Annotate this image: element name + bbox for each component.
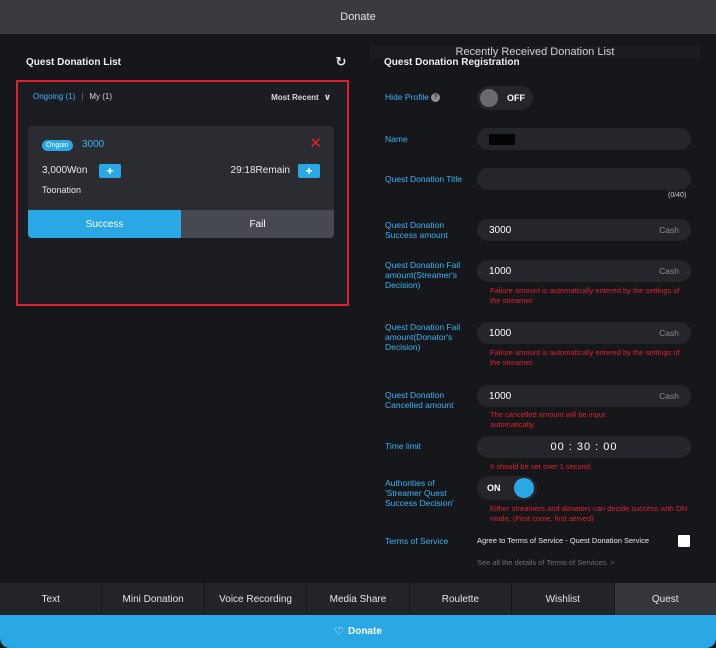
sort-label: Most Recent [271, 93, 319, 102]
tab-text[interactable]: Text [0, 583, 103, 615]
quest-list-header: Quest Donation List ↻ [16, 46, 358, 78]
tab-quest[interactable]: Quest [614, 583, 716, 615]
chevron-down-icon: ∨ [323, 92, 331, 102]
unit-label: Cash [659, 225, 679, 235]
cancelled-amount-field[interactable]: 1000 Cash [477, 385, 691, 407]
top-tabs: Donate Recently Received Donation List [0, 0, 716, 58]
authority-label: Authorities of 'Streamer Quest Success D… [385, 478, 454, 508]
bottom-tabs: Text Mini Donation Voice Recording Media… [0, 583, 716, 615]
unit-label: Cash [659, 266, 679, 276]
title-counter: (0/40) [668, 192, 687, 199]
time-limit-value: 00 : 30 : 00 [550, 441, 618, 453]
redacted-name [489, 134, 515, 145]
fail-streamer-field[interactable]: 1000 Cash [477, 260, 691, 282]
fail-streamer-note: Failure amount is automatically entered … [490, 286, 680, 305]
toggle-knob [480, 89, 498, 107]
tab-voice-recording[interactable]: Voice Recording [205, 583, 308, 615]
status-badge: Ongoin [42, 140, 73, 151]
tos-agree-text: Agree to Terms of Service - Quest Donati… [477, 536, 650, 545]
hide-profile-toggle[interactable]: OFF [477, 86, 533, 110]
cancelled-amount-label: Quest Donation Cancelled amount [385, 390, 454, 410]
fail-streamer-label: Quest Donation Fail amount(Streamer's De… [385, 260, 461, 290]
time-limit-field[interactable]: 00 : 30 : 00 [477, 436, 691, 458]
success-button[interactable]: Success [28, 210, 181, 238]
quest-card-title: 3000 [82, 139, 105, 150]
heart-icon: ♡ [334, 626, 344, 638]
donate-button[interactable]: ♡ Donate [0, 615, 716, 648]
unit-label: Cash [659, 391, 679, 401]
quest-list-box: Ongoing (1) | My (1) Most Recent ∨ Ongoi… [16, 80, 349, 306]
add-time-button[interactable]: + [298, 164, 320, 178]
fail-donator-note: Failure amount is automatically entered … [490, 348, 680, 367]
success-amount-label: Quest Donation Success amount [385, 220, 448, 240]
authority-note: Either streamers and donators can decide… [490, 504, 688, 523]
quest-list-title: Quest Donation List [26, 56, 121, 68]
filter-ongoing[interactable]: Ongoing (1) [33, 92, 75, 101]
quest-remaining-time: 29:18Remain [230, 165, 290, 176]
authority-toggle[interactable]: ON [477, 476, 537, 500]
tab-media-share[interactable]: Media Share [307, 583, 410, 615]
quest-list-panel: Quest Donation List ↻ Ongoing (1) | My (… [16, 46, 358, 306]
name-label: Name [385, 134, 408, 144]
filter-my[interactable]: My (1) [89, 92, 112, 101]
add-amount-button[interactable]: + [99, 164, 121, 178]
quest-amount: 3,000Won [42, 165, 88, 176]
time-limit-label: Time limit [385, 441, 422, 451]
hide-profile-label-text: Hide Profile [385, 92, 429, 102]
time-limit-note: It should be set over 1 second. [490, 462, 593, 471]
quest-platform: Toonation [42, 185, 82, 195]
toggle-state: ON [487, 483, 501, 493]
tab-roulette[interactable]: Roulette [410, 583, 513, 615]
donate-label: Donate [347, 626, 382, 637]
fail-button[interactable]: Fail [181, 210, 334, 238]
fail-donator-field[interactable]: 1000 Cash [477, 322, 691, 344]
help-icon[interactable]: ? [430, 93, 440, 103]
toggle-state: OFF [507, 93, 525, 103]
fail-streamer-value: 1000 [489, 266, 512, 277]
title-label: Quest Donation Title [385, 174, 463, 184]
success-amount-field[interactable]: 3000 Cash [477, 219, 691, 241]
success-amount-value: 3000 [489, 225, 512, 236]
hide-profile-label: Hide Profile? [385, 92, 440, 103]
toggle-knob [514, 478, 534, 498]
tab-wishlist[interactable]: Wishlist [512, 583, 615, 615]
close-icon[interactable]: ✕ [309, 136, 322, 151]
filter-separator: | [81, 92, 84, 101]
title-field[interactable] [477, 168, 691, 190]
tab-donate[interactable]: Donate [0, 0, 716, 34]
cancelled-amount-value: 1000 [489, 391, 512, 402]
fail-donator-label: Quest Donation Fail amount(Donator's Dec… [385, 322, 461, 352]
tos-details-link[interactable]: See all the details of Terms of Services… [477, 558, 615, 567]
quest-actions: Success Fail [28, 210, 334, 238]
tos-checkbox[interactable] [678, 535, 690, 547]
refresh-icon[interactable]: ↻ [334, 54, 348, 69]
unit-label: Cash [659, 328, 679, 338]
quest-filters: Ongoing (1) | My (1) [33, 92, 112, 101]
tab-mini-donation[interactable]: Mini Donation [102, 583, 205, 615]
name-field[interactable] [477, 128, 691, 150]
app: Donate Recently Received Donation List Q… [0, 0, 716, 648]
fail-donator-value: 1000 [489, 328, 512, 339]
sort-dropdown[interactable]: Most Recent ∨ [271, 92, 331, 103]
cancelled-note: The cancelled amount will be input autom… [490, 410, 606, 429]
registration-title: Quest Donation Registration [384, 57, 520, 68]
quest-card: Ongoin 3000 ✕ 3,000Won + 29:18Remain + T… [28, 126, 334, 238]
tos-label: Terms of Service [385, 536, 449, 546]
